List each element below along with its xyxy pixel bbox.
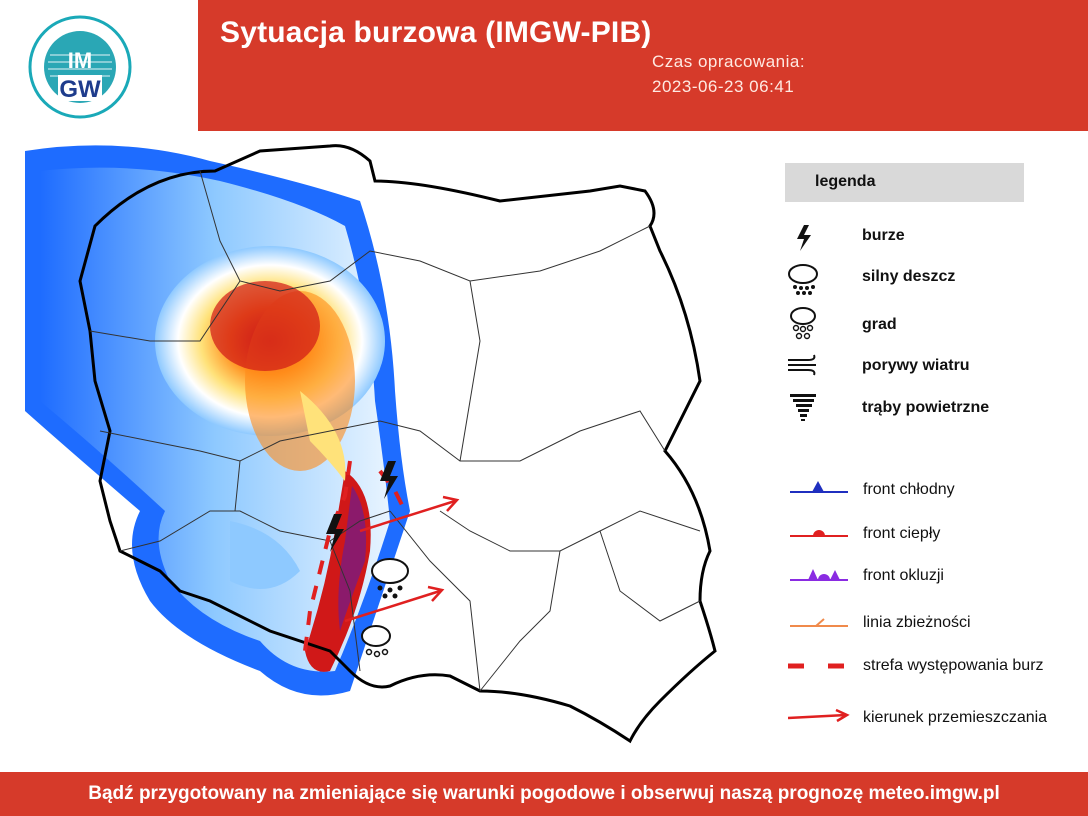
legend-title: legenda	[815, 173, 876, 190]
footer-bar: Bądź przygotowany na zmieniające się war…	[0, 772, 1088, 816]
movement-arrow-symbol	[787, 707, 852, 732]
legend-label-hail: grad	[862, 316, 897, 333]
legend-label-warm-front: front ciepły	[863, 525, 941, 542]
footer-text: Bądź przygotowany na zmieniające się war…	[88, 783, 1000, 804]
legend-label-cold-front: front chłodny	[863, 481, 955, 498]
storm-zone-symbol	[788, 656, 848, 681]
tornado-icon	[788, 392, 818, 427]
legend-label-wind: porywy wiatru	[862, 357, 970, 374]
wind-gust-icon	[786, 354, 820, 381]
hail-icon	[788, 305, 818, 346]
page-title: Sytuacja burzowa (IMGW-PIB)	[220, 16, 652, 49]
legend-header: legenda	[785, 163, 1024, 202]
time-label: Czas opracowania:	[652, 52, 806, 71]
legend-label-heavy-rain: silny deszcz	[862, 268, 956, 285]
heavy-rain-icon	[786, 262, 820, 301]
imgw-logo: IM GW	[28, 15, 132, 119]
lightning-icon	[795, 223, 815, 258]
legend-label-tornado: trąby powietrzne	[862, 399, 990, 416]
legend-label-storm-zone: strefa występowania burz	[863, 657, 1044, 674]
cold-front-symbol	[790, 478, 850, 503]
logo-text-gw: GW	[59, 76, 101, 103]
occlusion-front-symbol	[790, 564, 850, 589]
logo-area: IM GW	[0, 0, 198, 131]
time-value: 2023-06-23 06:41	[652, 77, 795, 96]
legend-label-storms: burze	[862, 227, 905, 244]
logo-text-im: IM	[68, 48, 92, 73]
legend-label-convergence: linia zbieżności	[863, 614, 971, 631]
legend-label-movement: kierunek przemieszczania	[863, 709, 1048, 726]
map-hail-icon	[361, 625, 391, 658]
radar-map	[25, 144, 717, 744]
warm-front-symbol	[790, 522, 850, 547]
convergence-line-symbol	[790, 614, 850, 639]
legend-label-occlusion: front okluzji	[863, 567, 944, 584]
